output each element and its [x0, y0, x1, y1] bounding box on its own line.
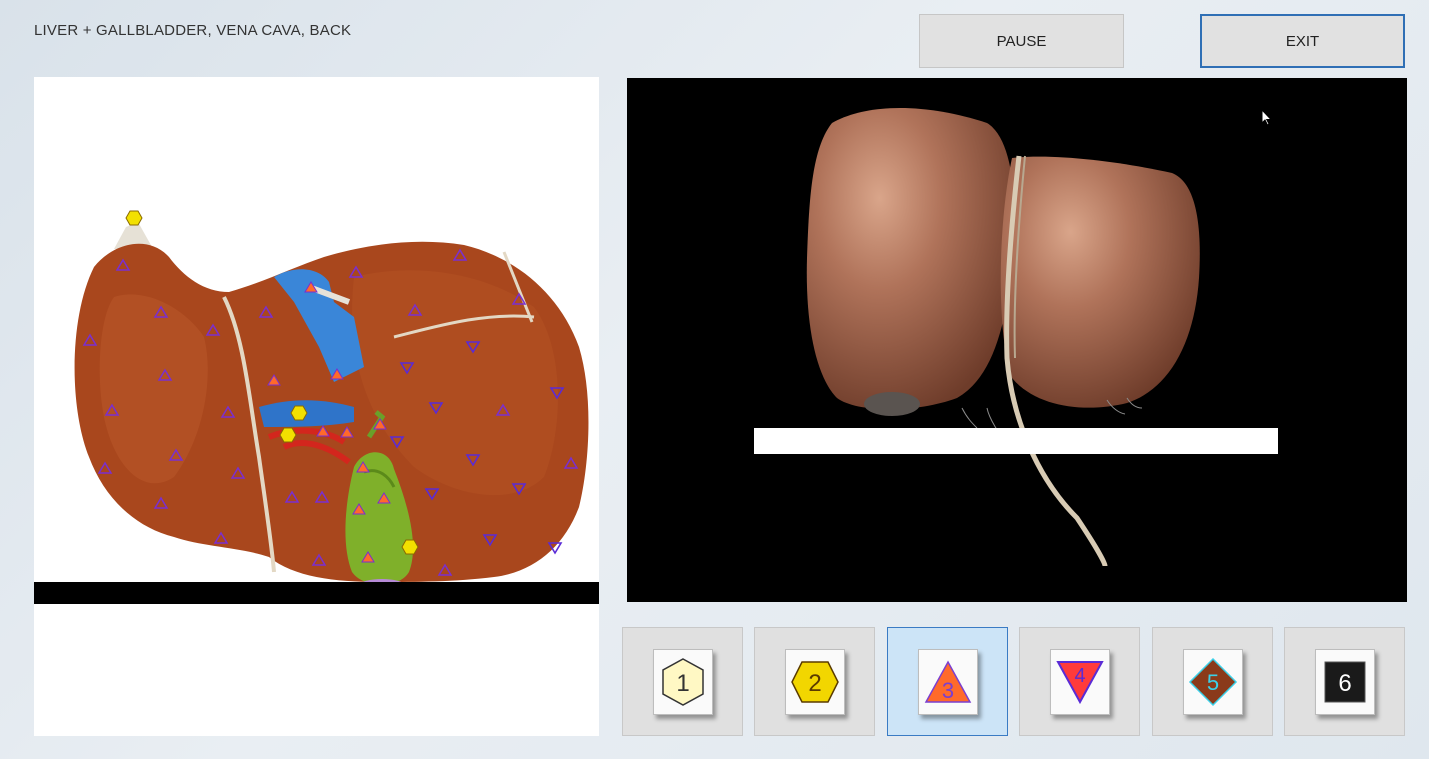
- tile-4-label: 4: [1074, 665, 1085, 687]
- black-bar: [34, 582, 599, 604]
- triangle-up-icon: 3: [924, 659, 971, 703]
- tile-2-label: 2: [808, 670, 821, 697]
- tile-1[interactable]: 1: [622, 627, 743, 736]
- liver-3d-model: [806, 108, 1200, 567]
- liver-illustration: [74, 210, 589, 591]
- tile-3-label: 3: [941, 678, 953, 703]
- page-title: LIVER + GALLBLADDER, VENA CAVA, BACK: [34, 22, 352, 39]
- triangle-down-icon: 4: [1055, 660, 1104, 704]
- tile-5-label: 5: [1206, 670, 1218, 695]
- mouse-cursor-icon: [1262, 110, 1272, 126]
- white-bar: [754, 428, 1278, 454]
- tile-6-icon-box: 6: [1314, 648, 1375, 715]
- tile-3[interactable]: 3: [887, 627, 1008, 736]
- tile-5[interactable]: 5: [1152, 627, 1273, 736]
- tile-3-icon-box: 3: [917, 648, 978, 715]
- tile-6-label: 6: [1338, 670, 1351, 697]
- diamond-icon: 5: [1188, 657, 1237, 706]
- pause-button[interactable]: PAUSE: [919, 14, 1124, 68]
- liver-illustration-panel: [34, 77, 599, 736]
- tile-1-icon-box: 1: [652, 648, 713, 715]
- hexagon-wide-icon: 2: [790, 660, 839, 703]
- square-icon: 6: [1324, 661, 1365, 702]
- tile-5-icon-box: 5: [1182, 648, 1243, 715]
- exit-button[interactable]: EXIT: [1200, 14, 1405, 68]
- tile-6[interactable]: 6: [1284, 627, 1405, 736]
- tile-1-label: 1: [676, 670, 689, 697]
- tile-4[interactable]: 4: [1019, 627, 1140, 736]
- tile-4-icon-box: 4: [1049, 648, 1110, 715]
- tile-2-icon-box: 2: [784, 648, 845, 715]
- tile-2[interactable]: 2: [754, 627, 875, 736]
- hexagon-icon: 1: [661, 657, 704, 706]
- liver-3d-view[interactable]: [627, 78, 1407, 602]
